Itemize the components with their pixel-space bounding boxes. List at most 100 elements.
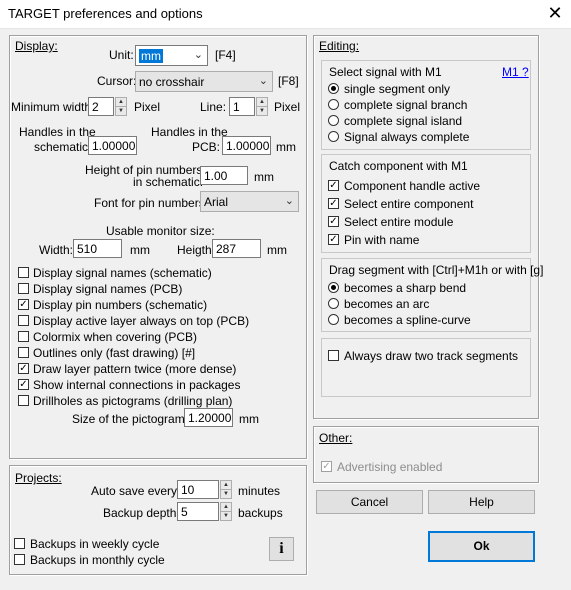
editing-heading: Editing: <box>319 39 360 53</box>
check-label: Show internal connections in packages <box>33 378 241 392</box>
line-input[interactable]: 1 <box>229 97 255 116</box>
handles-sch-label2: schematic: <box>34 140 92 154</box>
check-active-layer-top[interactable] <box>18 315 29 326</box>
check-entire-module[interactable]: ✓ <box>328 216 339 227</box>
picto-input[interactable]: 1.20000 <box>184 408 233 427</box>
line-unit: Pixel <box>274 100 301 114</box>
line-spinner[interactable]: ▲ ▼ <box>256 97 268 116</box>
two-track-panel <box>321 338 531 397</box>
depth-unit: backups <box>238 506 283 520</box>
advertising-label: Advertising enabled <box>337 460 443 474</box>
check-monthly-backups[interactable] <box>14 554 25 565</box>
other-heading: Other: <box>319 431 353 445</box>
font-label: Font for pin numbers: <box>94 196 209 210</box>
check-entire-component[interactable]: ✓ <box>328 198 339 209</box>
check-signal-names-sch[interactable] <box>18 267 29 278</box>
radio-arc[interactable] <box>328 298 339 309</box>
depth-input[interactable]: 5 <box>177 502 219 521</box>
autosave-label: Auto save every: <box>91 484 181 498</box>
projects-heading: Projects: <box>15 471 62 485</box>
radio-label: complete signal branch <box>344 98 468 112</box>
handles-pcb-input[interactable]: 1.00000 <box>222 136 271 155</box>
width-input[interactable]: 510 <box>73 239 122 258</box>
font-value: Arial <box>204 195 229 209</box>
drag-title: Drag segment with [Ctrl]+M1h or with [g] <box>329 263 544 277</box>
width-unit: mm <box>130 243 150 257</box>
chevron-down-icon: ⌄ <box>284 195 294 207</box>
handles-pcb-label: Handles in the <box>151 125 228 139</box>
picto-label: Size of the pictograms: <box>72 412 195 426</box>
radio-sharp-bend[interactable] <box>328 282 339 293</box>
catch-label: Select entire module <box>344 215 454 229</box>
autosave-unit: minutes <box>238 484 281 498</box>
chevron-down-icon: ⌄ <box>258 75 268 87</box>
check-advertising[interactable]: ✓ <box>321 461 332 472</box>
check-label: Display signal names (PCB) <box>33 282 183 296</box>
check-weekly-backups[interactable] <box>14 538 25 549</box>
check-label: Display pin numbers (schematic) <box>33 298 208 312</box>
ok-button[interactable]: Ok <box>428 531 535 562</box>
display-heading: Display: <box>15 39 58 53</box>
check-label: Outlines only (fast drawing) [#] <box>33 346 196 360</box>
monthly-label: Backups in monthly cycle <box>30 553 165 567</box>
catch-label: Component handle active <box>344 179 481 193</box>
radio-signal-island[interactable] <box>328 115 339 126</box>
radio-signal-complete[interactable] <box>328 131 339 142</box>
minwidth-label: Minimum width: <box>11 100 95 114</box>
weekly-label: Backups in weekly cycle <box>30 537 160 551</box>
check-label: Display signal names (schematic) <box>33 266 212 280</box>
radio-single-segment[interactable] <box>328 83 339 94</box>
cursor-value: no crosshair <box>139 75 205 89</box>
unit-label: Unit: <box>109 48 134 62</box>
pinheight-label2: in schematic: <box>133 175 204 189</box>
drag-label: becomes a sharp bend <box>344 281 467 295</box>
handles-sch-input[interactable]: 1.00000 <box>88 136 137 155</box>
radio-spline-curve[interactable] <box>328 314 339 325</box>
depth-spinner[interactable]: ▲ ▼ <box>220 502 232 521</box>
check-layer-pattern-twice[interactable]: ✓ <box>18 363 29 374</box>
font-select[interactable]: Arial ⌄ <box>200 191 299 212</box>
check-outlines-only[interactable] <box>18 347 29 358</box>
check-signal-names-pcb[interactable] <box>18 283 29 294</box>
pinheight-unit: mm <box>254 170 274 184</box>
two-track-label: Always draw two track segments <box>344 349 519 363</box>
minwidth-spinner[interactable]: ▲ ▼ <box>115 97 127 116</box>
minwidth-input[interactable]: 2 <box>88 97 114 116</box>
cursor-label: Cursor: <box>97 74 137 88</box>
catch-title: Catch component with M1 <box>329 159 468 173</box>
check-label: Display active layer always on top (PCB) <box>33 314 250 328</box>
height-input[interactable]: 287 <box>212 239 261 258</box>
check-pin-numbers[interactable]: ✓ <box>18 299 29 310</box>
check-pin-with-name[interactable]: ✓ <box>328 234 339 245</box>
autosave-input[interactable]: 10 <box>177 480 219 499</box>
check-two-track-segments[interactable] <box>328 350 339 361</box>
cancel-button[interactable]: Cancel <box>316 490 423 514</box>
radio-signal-branch[interactable] <box>328 99 339 110</box>
unit-select[interactable]: mm ⌄ <box>135 45 208 66</box>
info-icon[interactable]: i <box>269 537 294 561</box>
autosave-spinner[interactable]: ▲ ▼ <box>220 480 232 499</box>
handles-pcb-label2: PCB: <box>192 140 221 154</box>
check-component-handle[interactable]: ✓ <box>328 180 339 191</box>
help-button[interactable]: Help <box>428 490 535 514</box>
window-title: TARGET preferences and options <box>8 6 203 21</box>
unit-shortcut: [F4] <box>215 48 236 62</box>
m1-help-link[interactable]: M1 ? <box>502 65 529 79</box>
picto-unit: mm <box>239 412 259 426</box>
height-label: Heigth: <box>177 243 216 257</box>
cursor-select[interactable]: no crosshair ⌄ <box>135 71 273 92</box>
drag-label: becomes an arc <box>344 297 430 311</box>
check-label: Draw layer pattern twice (more dense) <box>33 362 237 376</box>
minwidth-unit: Pixel <box>134 100 161 114</box>
catch-label: Pin with name <box>344 233 420 247</box>
pinheight-input[interactable]: 1.00 <box>200 166 248 185</box>
depth-label: Backup depth: <box>103 506 180 520</box>
check-colormix[interactable] <box>18 331 29 342</box>
check-drillholes-pictograms[interactable] <box>18 395 29 406</box>
line-label: Line: <box>200 100 227 114</box>
chevron-down-icon: ⌄ <box>193 49 203 61</box>
monitor-label: Usable monitor size: <box>106 224 215 238</box>
check-label: Colormix when covering (PCB) <box>33 330 198 344</box>
check-internal-connections[interactable]: ✓ <box>18 379 29 390</box>
close-icon[interactable]: ✕ <box>540 2 570 26</box>
